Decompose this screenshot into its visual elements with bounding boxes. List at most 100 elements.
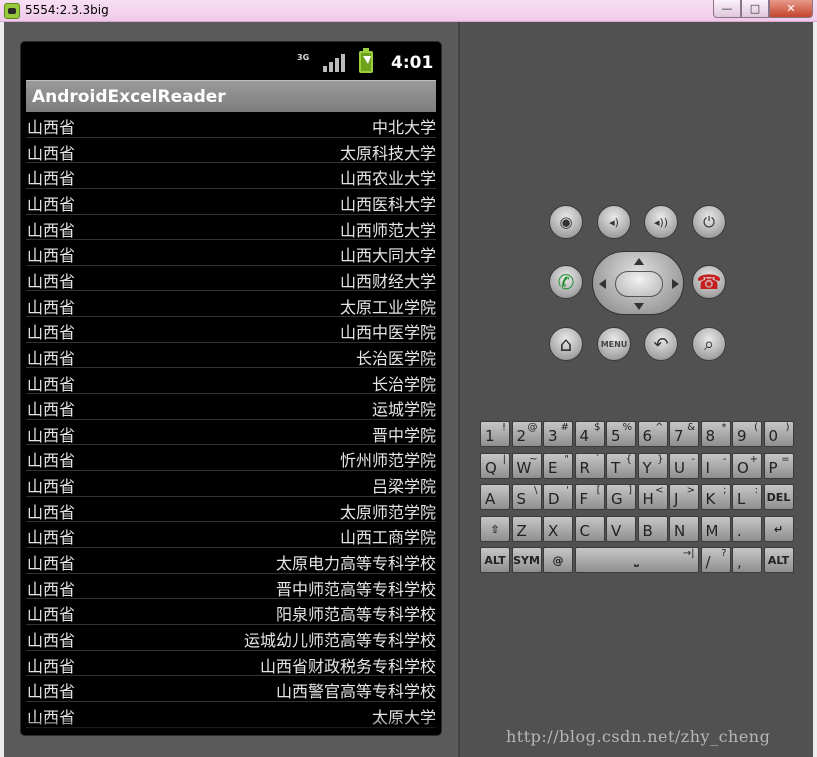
key-u-alt-label: - [691,454,695,465]
key-s[interactable]: S \ [511,484,542,510]
key-comma[interactable]: , [732,547,762,573]
list-item[interactable]: 山西省 山西医科大学 [26,189,436,215]
list-item[interactable]: 山西省 吕梁学院 [26,471,436,497]
list-item[interactable]: 山西省 太原工业学院 [26,292,436,318]
list-item[interactable]: 山西省 晋中师范高等专科学校 [26,574,436,600]
key-l[interactable]: L: [732,484,762,510]
key-x[interactable]: X [543,516,573,542]
key-slash[interactable]: /? [700,547,731,573]
close-button[interactable]: ✕ [769,0,813,18]
list-item[interactable]: 山西省 山西财经大学 [26,266,436,292]
signal-strength-icon [323,54,347,72]
key-v[interactable]: V [606,516,636,542]
key-8[interactable]: 8 * [700,421,731,447]
minimize-button[interactable]: — [713,0,741,18]
key-1[interactable]: 1! [480,421,510,447]
maximize-button[interactable]: □ [741,0,769,18]
menu-button[interactable]: MENU [597,327,631,361]
list-item[interactable]: 山西省 山西大同大学 [26,240,436,266]
power-button[interactable]: ⏻ [692,205,726,239]
key-enter[interactable]: ↵ [763,516,794,542]
dpad-right-icon[interactable] [672,279,679,289]
dpad-center-button[interactable] [615,271,663,297]
list-item[interactable]: 山西省 晋中学院 [26,420,436,446]
key-3[interactable]: 3 # [543,421,573,447]
list-item[interactable]: 山西省 太原大学 [26,702,436,728]
key-period[interactable]: . [732,516,762,542]
key-space[interactable]: ⎵ →| [574,547,699,573]
dpad-down-icon[interactable] [634,303,644,310]
key-sym[interactable]: SYM [511,547,542,573]
key-5[interactable]: 5% [606,421,636,447]
dpad-up-icon[interactable] [634,258,644,265]
key-g[interactable]: G] [606,484,636,510]
search-button[interactable]: ⌕ [692,327,726,361]
call-button[interactable]: ✆ [549,265,583,299]
device-screen[interactable]: 3G 4:01 AndroidExcelReader 山西省 中北大学 山西省 太原科… [21,42,441,735]
list-item[interactable]: 山西省 山西警官高等专科学校 [26,676,436,702]
key-o[interactable]: O + [732,453,762,479]
key-v-label: V [611,522,622,540]
key-t[interactable]: T{ [606,453,636,479]
key-j[interactable]: J > [669,484,699,510]
home-button[interactable]: ⌂ [549,327,583,361]
camera-button[interactable]: ◉ [549,205,583,239]
key-a[interactable]: A [480,484,510,510]
key-m[interactable]: M [700,516,731,542]
key-d[interactable]: D ' [543,484,573,510]
key-z[interactable]: Z [511,516,542,542]
key-h[interactable]: H < [637,484,668,510]
university-list[interactable]: 山西省 中北大学 山西省 太原科技大学 山西省 山西农业大学 山西省 山西医科大学 山西省 山西师… [26,114,436,735]
key-y[interactable]: Y} [637,453,668,479]
list-item[interactable]: 山西省 阳泉师范高等专科学校 [26,599,436,625]
home-icon: ⌂ [559,332,573,356]
list-item-university: 山西财经大学 [339,271,436,291]
key-alt-right[interactable]: ALT [763,547,794,573]
end-call-button[interactable]: ☎ [692,265,726,299]
list-item[interactable]: 山西省 山西省财政税务专科学校 [26,651,436,677]
list-item[interactable]: 山西省 山西中医学院 [26,317,436,343]
dpad[interactable] [592,251,684,315]
key-i[interactable]: I- [700,453,731,479]
key-n[interactable]: N [669,516,699,542]
key-4[interactable]: 4 $ [574,421,605,447]
key-delete[interactable]: DEL [763,484,794,510]
volume-up-button[interactable]: ◂)) [644,205,678,239]
key-q[interactable]: Q | [480,453,510,479]
key-0[interactable]: 0) [763,421,794,447]
key-c[interactable]: C [574,516,605,542]
list-item[interactable]: 山西省 太原电力高等专科学校 [26,548,436,574]
key-6[interactable]: 6 ^ [637,421,668,447]
list-item[interactable]: 山西省 太原师范学院 [26,497,436,523]
key-b[interactable]: B [637,516,668,542]
key-at[interactable]: @ [543,547,573,573]
key-g-label: G [611,490,623,508]
key-shift[interactable]: ⇧ [480,516,510,542]
list-item[interactable]: 山西省 山西工商学院 [26,522,436,548]
key-r[interactable]: R ` [574,453,605,479]
key-e[interactable]: E " [543,453,573,479]
key-7[interactable]: 7 & [669,421,699,447]
list-item[interactable]: 山西省 山西农业大学 [26,163,436,189]
key-9[interactable]: 9( [732,421,762,447]
key-u[interactable]: U- [669,453,699,479]
list-item-province: 山西省 [27,579,76,599]
key-alt-left[interactable]: ALT [480,547,510,573]
list-item[interactable]: 山西省 忻州师范学院 [26,445,436,472]
dpad-left-icon[interactable] [599,279,606,289]
list-item[interactable]: 山西省 运城幼儿师范高等专科学校 [26,625,436,651]
list-item[interactable]: 山西省 运城学院 [26,394,436,420]
list-item[interactable]: 山西省 中北大学 [26,114,436,138]
key-k[interactable]: K; [700,484,731,510]
list-item[interactable]: 山西省 长治医学院 [26,343,436,369]
list-item[interactable]: 山西省 太原科技大学 [26,138,436,164]
list-item[interactable]: 山西省 长治学院 [26,369,436,395]
key-p[interactable]: P = [763,453,794,479]
back-button[interactable]: ↶ [644,327,678,361]
key-4-alt-label: $ [594,422,601,433]
key-2[interactable]: 2 @ [511,421,542,447]
volume-down-button[interactable]: ◂) [597,205,631,239]
key-w[interactable]: W ~ [511,453,542,479]
list-item[interactable]: 山西省 山西师范大学 [26,215,436,241]
key-f[interactable]: F[ [574,484,605,510]
